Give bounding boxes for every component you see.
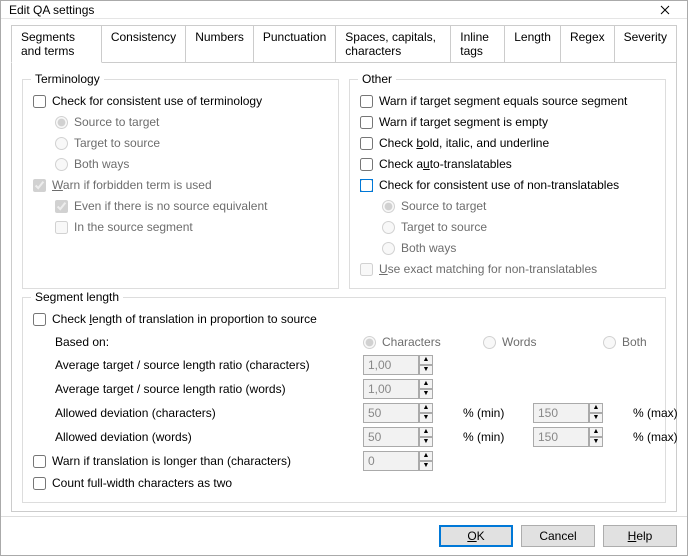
check-exact-matching-label: Use exact matching for non-translatables — [379, 262, 597, 276]
radio-characters — [363, 336, 376, 349]
close-button[interactable] — [643, 1, 687, 18]
check-length-proportion-label: Check length of translation in proportio… — [52, 312, 317, 326]
radio-both-label: Both — [622, 335, 647, 349]
check-bold-italic-label: Check bold, italic, and underline — [379, 136, 549, 150]
tab-severity[interactable]: Severity — [614, 25, 677, 63]
dev-words-min-input — [363, 427, 419, 447]
close-icon — [660, 5, 670, 15]
tab-numbers[interactable]: Numbers — [185, 25, 254, 63]
group-terminology: Terminology Check for consistent use of … — [22, 79, 339, 289]
radio-src-to-tgt — [55, 116, 68, 129]
radio-src-to-tgt-label: Source to target — [74, 115, 159, 129]
help-button[interactable]: Help — [603, 525, 677, 547]
radio-other-tgt-to-src-label: Target to source — [401, 220, 487, 234]
spinner-icon: ▲▼ — [419, 403, 433, 423]
spinner-icon: ▲▼ — [419, 379, 433, 399]
dialog-window: Edit QA settings Segments and terms Cons… — [0, 0, 688, 556]
radio-other-src-to-tgt — [382, 200, 395, 213]
dev-chars-max-input — [533, 403, 589, 423]
group-other: Other Warn if target segment equals sour… — [349, 79, 666, 289]
check-in-source-seg-label: In the source segment — [74, 220, 193, 234]
radio-words — [483, 336, 496, 349]
radio-other-tgt-to-src — [382, 221, 395, 234]
check-warn-empty-label: Warn if target segment is empty — [379, 115, 548, 129]
tab-punctuation[interactable]: Punctuation — [253, 25, 336, 63]
radio-words-label: Words — [502, 335, 536, 349]
tab-consistency[interactable]: Consistency — [101, 25, 186, 63]
radio-tgt-to-src-label: Target to source — [74, 136, 160, 150]
dev-chars-min-input — [363, 403, 419, 423]
pct-max-label-1: % (max) — [633, 406, 678, 420]
check-count-fullwidth[interactable] — [33, 477, 46, 490]
radio-other-src-to-tgt-label: Source to target — [401, 199, 486, 213]
dev-words-label: Allowed deviation (words) — [55, 430, 192, 444]
ok-button[interactable]: OK — [439, 525, 513, 547]
pct-max-label-2: % (max) — [633, 430, 678, 444]
group-segment-length: Segment length Check length of translati… — [22, 297, 666, 503]
radio-other-both-ways — [382, 242, 395, 255]
pct-min-label-2: % (min) — [463, 430, 504, 444]
group-segment-length-title: Segment length — [31, 290, 123, 304]
radio-other-both-ways-label: Both ways — [401, 241, 456, 255]
spinner-icon: ▲▼ — [419, 451, 433, 471]
tab-regex[interactable]: Regex — [560, 25, 615, 63]
tab-length[interactable]: Length — [504, 25, 561, 63]
check-non-translatables-label: Check for consistent use of non-translat… — [379, 178, 619, 192]
content-area: Segments and terms Consistency Numbers P… — [1, 19, 687, 516]
dialog-title: Edit QA settings — [9, 3, 643, 17]
check-non-translatables[interactable] — [360, 179, 373, 192]
avg-ratio-chars-input — [363, 355, 419, 375]
footer: OK Cancel Help — [1, 516, 687, 555]
check-warn-empty[interactable] — [360, 116, 373, 129]
check-even-no-src — [55, 200, 68, 213]
radio-both-ways — [55, 158, 68, 171]
check-warn-longer[interactable] — [33, 455, 46, 468]
check-auto-translatables-label: Check auto-translatables — [379, 157, 512, 171]
based-on-label: Based on: — [55, 335, 109, 349]
check-auto-translatables[interactable] — [360, 158, 373, 171]
titlebar: Edit QA settings — [1, 1, 687, 19]
check-count-fullwidth-label: Count full-width characters as two — [52, 476, 232, 490]
check-warn-equals-label: Warn if target segment equals source seg… — [379, 94, 627, 108]
tab-spaces[interactable]: Spaces, capitals, characters — [335, 25, 451, 63]
check-warn-longer-label: Warn if translation is longer than (char… — [52, 454, 291, 468]
check-length-proportion[interactable] — [33, 313, 46, 326]
radio-tgt-to-src — [55, 137, 68, 150]
pct-min-label-1: % (min) — [463, 406, 504, 420]
spinner-icon: ▲▼ — [419, 355, 433, 375]
avg-ratio-chars-label: Average target / source length ratio (ch… — [55, 358, 310, 372]
tab-panel: Terminology Check for consistent use of … — [11, 62, 677, 512]
spinner-icon: ▲▼ — [589, 403, 603, 423]
top-row: Terminology Check for consistent use of … — [22, 71, 666, 289]
tab-segments-terms[interactable]: Segments and terms — [11, 25, 102, 63]
spinner-icon: ▲▼ — [419, 427, 433, 447]
check-exact-matching — [360, 263, 373, 276]
warn-longer-input — [363, 451, 419, 471]
avg-ratio-words-label: Average target / source length ratio (wo… — [55, 382, 286, 396]
group-terminology-title: Terminology — [31, 72, 104, 86]
check-warn-equals[interactable] — [360, 95, 373, 108]
check-consistent-terminology[interactable] — [33, 95, 46, 108]
radio-both — [603, 336, 616, 349]
avg-ratio-words-input — [363, 379, 419, 399]
check-forbidden-term-label: Warn if forbidden term is used — [52, 178, 212, 192]
dev-words-max-input — [533, 427, 589, 447]
tab-inline-tags[interactable]: Inline tags — [450, 25, 505, 63]
group-other-title: Other — [358, 72, 396, 86]
dev-chars-label: Allowed deviation (characters) — [55, 406, 216, 420]
radio-characters-label: Characters — [382, 335, 441, 349]
radio-both-ways-label: Both ways — [74, 157, 129, 171]
spinner-icon: ▲▼ — [589, 427, 603, 447]
check-bold-italic[interactable] — [360, 137, 373, 150]
tab-strip: Segments and terms Consistency Numbers P… — [11, 25, 677, 63]
check-even-no-src-label: Even if there is no source equivalent — [74, 199, 267, 213]
check-in-source-seg — [55, 221, 68, 234]
check-consistent-terminology-label: Check for consistent use of terminology — [52, 94, 262, 108]
check-forbidden-term — [33, 179, 46, 192]
cancel-button[interactable]: Cancel — [521, 525, 595, 547]
